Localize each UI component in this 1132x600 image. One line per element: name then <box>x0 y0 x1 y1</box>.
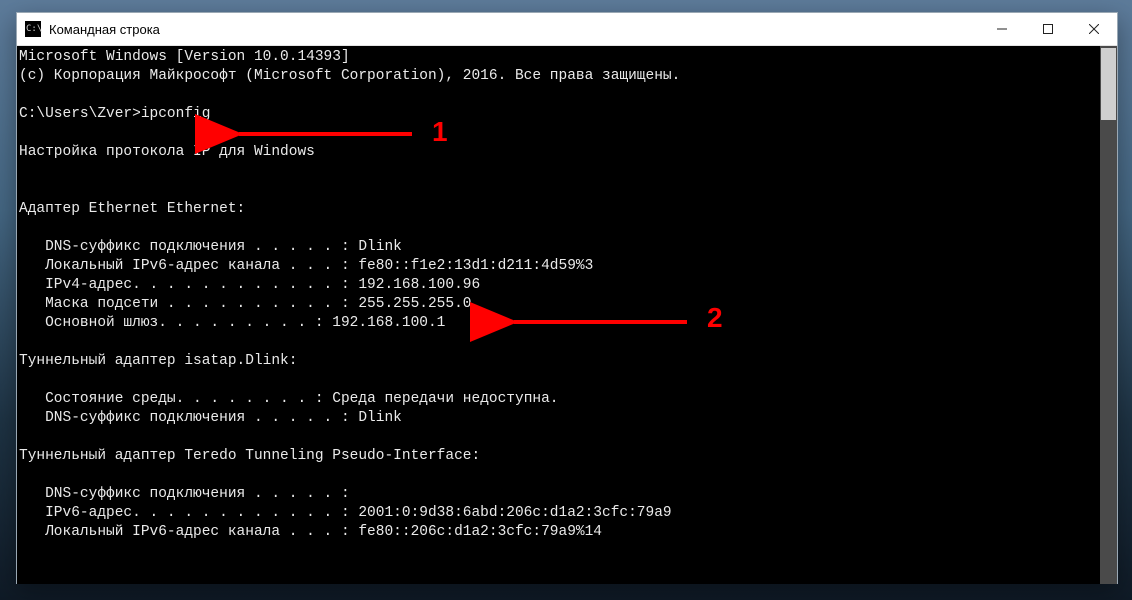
a1-mask-label: Маска подсети . . . . . . . . . . : <box>19 296 358 312</box>
minimize-button[interactable] <box>979 13 1025 45</box>
titlebar[interactable]: Командная строка <box>17 13 1117 46</box>
a1-dns-suffix: Dlink <box>358 239 402 255</box>
console-client[interactable]: Microsoft Windows [Version 10.0.14393] (… <box>17 46 1117 584</box>
banner-line-1: Microsoft Windows [Version 10.0.14393] <box>19 49 350 65</box>
a3-ipv6-label: IPv6-адрес. . . . . . . . . . . . : <box>19 505 358 521</box>
cmd-window: Командная строка Microsoft Windows [Vers… <box>16 12 1118 584</box>
a3-ipv6: 2001:0:9d38:6abd:206c:d1a2:3cfc:79a9 <box>358 505 671 521</box>
a3-dns-suffix-label: DNS-суффикс подключения . . . . . : <box>19 486 350 502</box>
window-title: Командная строка <box>49 22 979 37</box>
a1-dns-suffix-label: DNS-суффикс подключения . . . . . : <box>19 239 358 255</box>
banner-line-2: (c) Корпорация Майкрософт (Microsoft Cor… <box>19 68 680 84</box>
minimize-icon <box>997 24 1007 34</box>
a1-gateway: 192.168.100.1 <box>332 315 445 331</box>
a1-ipv4: 192.168.100.96 <box>358 277 480 293</box>
a2-state: Среда передачи недоступна. <box>332 391 558 407</box>
a3-ipv6-local: fe80::206c:d1a2:3cfc:79a9%14 <box>358 524 602 540</box>
scrollbar-thumb[interactable] <box>1101 48 1116 120</box>
a2-state-label: Состояние среды. . . . . . . . : <box>19 391 332 407</box>
a1-ipv6-local: fe80::f1e2:13d1:d211:4d59%3 <box>358 258 593 274</box>
adapter2-title: Туннельный адаптер isatap.Dlink: <box>19 353 297 369</box>
a2-dns-suffix: Dlink <box>358 410 402 426</box>
a2-dns-suffix-label: DNS-суффикс подключения . . . . . : <box>19 410 358 426</box>
ipconfig-heading: Настройка протокола IP для Windows <box>19 144 315 160</box>
cmd-icon <box>25 21 41 37</box>
maximize-icon <box>1043 24 1053 34</box>
prompt: C:\Users\Zver> <box>19 106 141 122</box>
command: ipconfig <box>141 106 211 122</box>
maximize-button[interactable] <box>1025 13 1071 45</box>
window-controls <box>979 13 1117 45</box>
a1-gateway-label: Основной шлюз. . . . . . . . . : <box>19 315 332 331</box>
adapter1-title: Адаптер Ethernet Ethernet: <box>19 201 245 217</box>
console-output: Microsoft Windows [Version 10.0.14393] (… <box>19 48 1099 584</box>
close-icon <box>1089 24 1099 34</box>
adapter3-title: Туннельный адаптер Teredo Tunneling Pseu… <box>19 448 480 464</box>
a1-ipv4-label: IPv4-адрес. . . . . . . . . . . . : <box>19 277 358 293</box>
a1-ipv6-local-label: Локальный IPv6-адрес канала . . . : <box>19 258 358 274</box>
scrollbar[interactable] <box>1100 46 1117 584</box>
close-button[interactable] <box>1071 13 1117 45</box>
a1-mask: 255.255.255.0 <box>358 296 471 312</box>
a3-ipv6-local-label: Локальный IPv6-адрес канала . . . : <box>19 524 358 540</box>
